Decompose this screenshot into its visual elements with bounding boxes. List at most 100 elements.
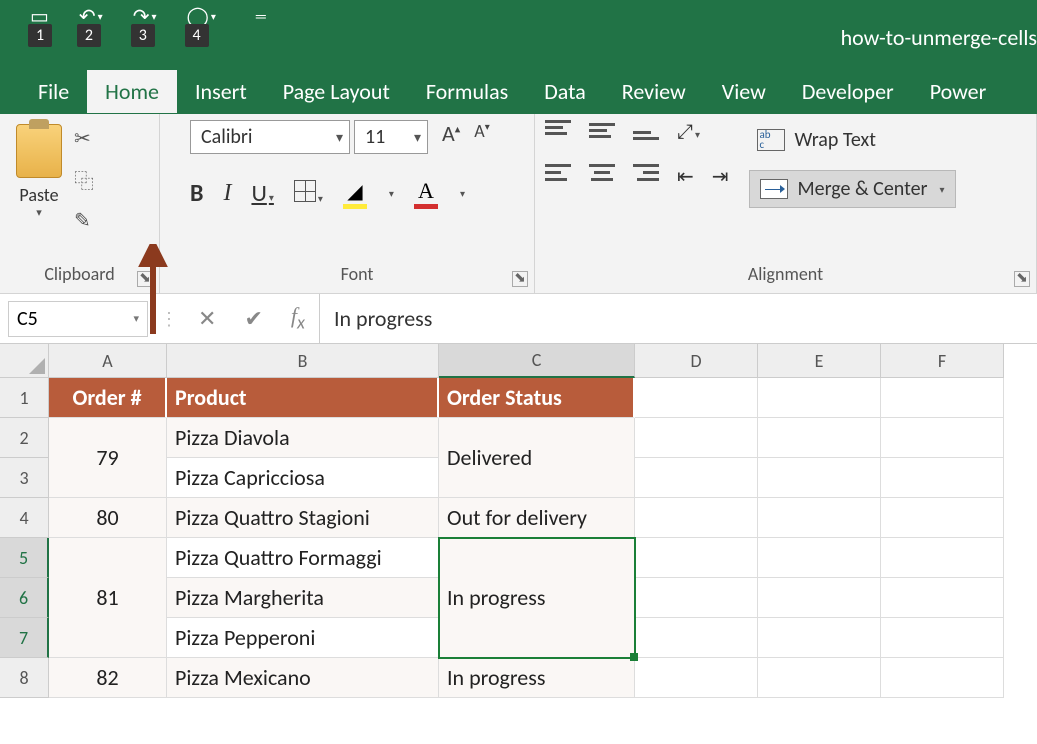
qat-redo[interactable]: ↷▾ 3 [133,4,157,29]
merged-cell[interactable]: 79 [49,418,167,498]
tab-power[interactable]: Power [912,70,1005,113]
dialog-launcher-icon[interactable]: ⬊ [1014,271,1030,287]
shrink-font-button[interactable]: A▾ [474,120,489,154]
formula-input[interactable]: In progress [319,294,1037,343]
tab-insert[interactable]: InsertN [177,70,265,113]
merge-center-button[interactable]: Merge & Center ▾ [749,170,956,208]
cell[interactable]: 82 [49,658,167,698]
cell[interactable] [635,418,758,458]
orientation-button[interactable]: ⤢▾ [677,120,700,144]
cell[interactable] [635,378,758,418]
grow-font-button[interactable]: A▴ [442,120,460,154]
cell[interactable]: Pizza Margherita [167,578,439,618]
cut-button[interactable]: ✂ [74,126,94,151]
cell[interactable] [881,378,1004,418]
format-painter-button[interactable]: ✎ [74,208,94,233]
row-header-7[interactable]: 7 [0,618,49,658]
borders-button[interactable]: ▾ [294,180,323,207]
tab-view[interactable]: ViewW [704,70,784,113]
cell[interactable] [758,378,881,418]
cell[interactable] [635,658,758,698]
cell[interactable]: 80 [49,498,167,538]
align-top-button[interactable] [545,120,571,140]
tab-developer[interactable]: DeveloperL [784,70,912,113]
cell[interactable] [635,578,758,618]
table-header[interactable]: Order Status [439,378,635,418]
italic-button[interactable]: I [223,180,231,207]
tab-review[interactable]: ReviewR [604,70,704,113]
cell[interactable] [635,618,758,658]
cell[interactable] [758,578,881,618]
cell[interactable] [635,498,758,538]
merged-cell[interactable]: 81 [49,538,167,658]
cell[interactable] [635,538,758,578]
row-header-3[interactable]: 3 [0,458,49,498]
cell[interactable] [758,538,881,578]
cell[interactable]: Pizza Quattro Stagioni [167,498,439,538]
font-name-combo[interactable]: Calibri ▾ [190,120,350,154]
font-color-button[interactable]: A [414,178,438,209]
cell[interactable]: Pizza Capricciosa [167,458,439,498]
cell[interactable] [881,578,1004,618]
paste-button[interactable]: Paste ▾ [10,120,68,223]
col-header-e[interactable]: E [758,344,881,378]
row-header-6[interactable]: 6 [0,578,49,618]
fill-color-button[interactable]: ◢ [343,179,367,209]
cell[interactable] [881,458,1004,498]
col-header-c[interactable]: C [439,344,635,378]
cell[interactable] [758,658,881,698]
underline-button[interactable]: U▾ [251,179,273,208]
increase-indent-button[interactable]: ⇥ [712,164,729,189]
row-header-4[interactable]: 4 [0,498,49,538]
tab-formulas[interactable]: FormulasM [408,70,526,113]
row-header-2[interactable]: 2 [0,418,49,458]
cell[interactable] [758,458,881,498]
cell[interactable]: Pizza Quattro Formaggi [167,538,439,578]
qat-customize[interactable]: ═ [256,8,266,25]
align-left-button[interactable] [545,164,571,184]
row-header-1[interactable]: 1 [0,378,49,418]
col-header-a[interactable]: A [49,344,167,378]
row-header-8[interactable]: 8 [0,658,49,698]
align-bottom-button[interactable] [633,120,659,140]
name-box[interactable]: C5 ▾ [8,301,148,337]
cell[interactable] [881,498,1004,538]
worksheet-grid[interactable]: A B C D E F 1 Order # Product Order Stat… [0,344,1037,744]
cell[interactable] [758,498,881,538]
dialog-launcher-icon[interactable]: ⬊ [512,271,528,287]
table-header[interactable]: Order # [49,378,167,418]
cell[interactable] [881,658,1004,698]
align-center-button[interactable] [589,164,615,184]
tab-page-layout[interactable]: Page LayoutP [265,70,408,113]
col-header-d[interactable]: D [635,344,758,378]
col-header-f[interactable]: F [881,344,1004,378]
merged-cell[interactable]: Delivered [439,418,635,498]
cell[interactable] [758,618,881,658]
cell[interactable] [881,418,1004,458]
tab-file[interactable]: FileF [20,70,87,113]
select-all-triangle[interactable] [0,344,49,378]
decrease-indent-button[interactable]: ⇤ [677,164,694,189]
cell[interactable] [881,538,1004,578]
cell[interactable]: Pizza Mexicano [167,658,439,698]
enter-button[interactable]: ✔ [230,305,276,332]
qat-undo[interactable]: ↶▾ 2 [79,4,103,29]
align-middle-button[interactable] [589,120,615,140]
cell[interactable]: Pizza Pepperoni [167,618,439,658]
fill-handle[interactable] [630,653,638,661]
cell[interactable] [635,458,758,498]
align-right-button[interactable] [633,164,659,184]
tab-home[interactable]: HomeH [87,70,177,113]
col-header-b[interactable]: B [167,344,439,378]
copy-button[interactable]: ⿻ [74,165,94,194]
font-size-combo[interactable]: 11 ▾ [354,120,428,154]
qat-touchmode[interactable]: ◯▾ 4 [187,4,216,29]
cell[interactable] [881,618,1004,658]
cell[interactable] [758,418,881,458]
cell[interactable]: In progress [439,658,635,698]
merged-cell[interactable]: In progress [439,538,635,658]
wrap-text-button[interactable]: Wrap Text [749,124,956,156]
cell[interactable]: Out for delivery [439,498,635,538]
insert-function-button[interactable]: fx [277,303,319,333]
bold-button[interactable]: B [190,179,203,208]
